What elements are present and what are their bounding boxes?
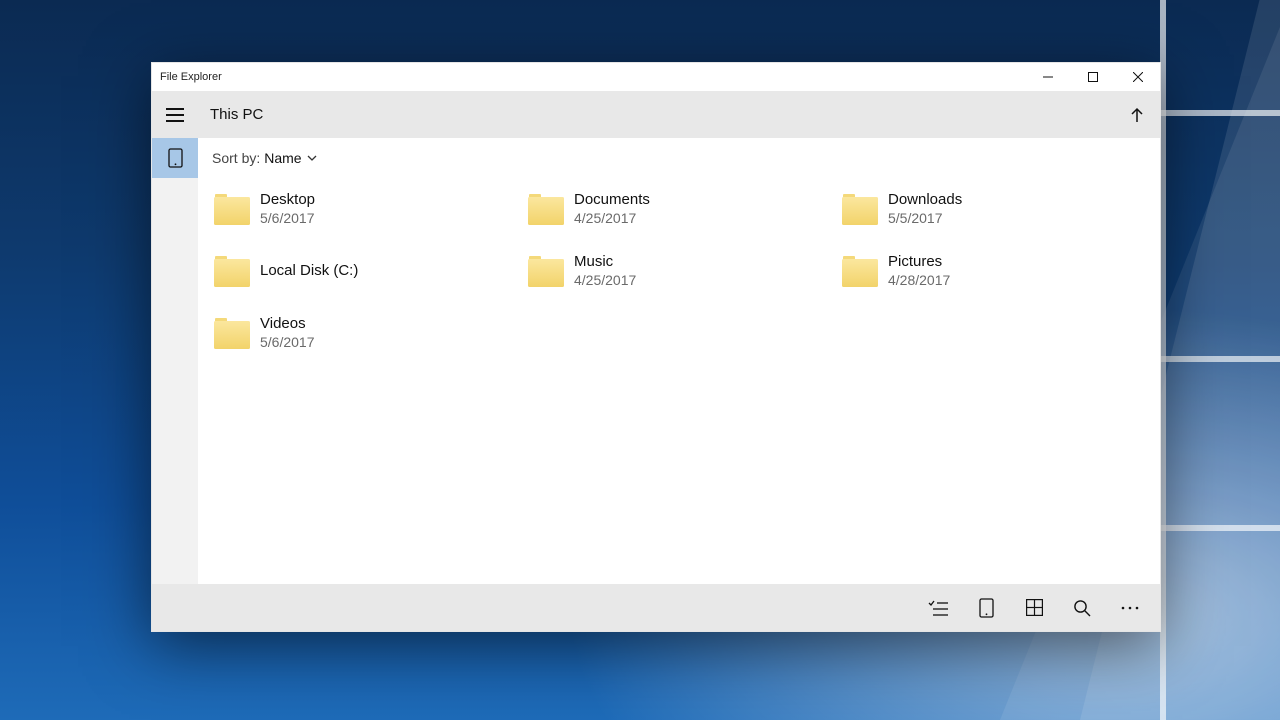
folder-name: Documents [574, 191, 650, 209]
more-button[interactable] [1106, 584, 1154, 631]
folder-date: 5/6/2017 [260, 334, 315, 351]
content-area: Sort by: Name Desktop5/6/2017Documents4/… [198, 138, 1160, 584]
folder-date: 5/6/2017 [260, 210, 315, 227]
folder-name: Local Disk (C:) [260, 262, 358, 280]
folder-date: 5/5/2017 [888, 210, 962, 227]
checklist-icon [928, 600, 948, 616]
arrow-up-icon [1129, 107, 1145, 123]
search-button[interactable] [1058, 584, 1106, 631]
tablet-icon [979, 598, 994, 618]
folder-name: Music [574, 253, 636, 271]
folder-item[interactable]: Local Disk (C:) [208, 240, 522, 302]
breadcrumb[interactable]: This PC [198, 106, 263, 123]
select-mode-button[interactable] [914, 584, 962, 631]
search-icon [1073, 599, 1091, 617]
folder-icon [214, 255, 250, 287]
sort-bar[interactable]: Sort by: Name [198, 138, 1160, 178]
folder-icon [528, 193, 564, 225]
device-view-button[interactable] [962, 584, 1010, 631]
header-bar: This PC [152, 91, 1160, 138]
titlebar[interactable]: File Explorer [152, 63, 1160, 91]
sort-label: Sort by: [212, 150, 260, 166]
maximize-button[interactable] [1070, 63, 1115, 91]
folder-icon [214, 317, 250, 349]
grid-view-button[interactable] [1010, 584, 1058, 631]
folder-item[interactable]: Music4/25/2017 [522, 240, 836, 302]
file-explorer-window: File Explorer This PC [151, 62, 1161, 632]
ellipsis-icon [1121, 605, 1139, 611]
sidebar [152, 138, 198, 584]
folder-icon [528, 255, 564, 287]
folder-icon [842, 255, 878, 287]
folder-date: 4/28/2017 [888, 272, 950, 289]
folder-item[interactable]: Desktop5/6/2017 [208, 178, 522, 240]
folder-item[interactable]: Documents4/25/2017 [522, 178, 836, 240]
folder-name: Videos [260, 315, 315, 333]
hamburger-menu-button[interactable] [152, 91, 198, 138]
close-button[interactable] [1115, 63, 1160, 91]
up-one-level-button[interactable] [1114, 91, 1160, 138]
folder-name: Desktop [260, 191, 315, 209]
tablet-icon [168, 148, 183, 168]
sort-value: Name [264, 150, 301, 166]
bottom-toolbar [152, 584, 1160, 631]
hamburger-icon [166, 108, 184, 122]
folder-item[interactable]: Pictures4/28/2017 [836, 240, 1150, 302]
folder-icon [214, 193, 250, 225]
folder-item[interactable]: Videos5/6/2017 [208, 302, 522, 364]
folder-icon [842, 193, 878, 225]
window-title: File Explorer [160, 71, 222, 83]
folder-name: Downloads [888, 191, 962, 209]
folder-name: Pictures [888, 253, 950, 271]
folder-item[interactable]: Downloads5/5/2017 [836, 178, 1150, 240]
chevron-down-icon [305, 151, 319, 165]
folder-grid: Desktop5/6/2017Documents4/25/2017Downloa… [198, 178, 1160, 584]
grid-icon [1026, 599, 1043, 616]
folder-date: 4/25/2017 [574, 210, 650, 227]
sidebar-item-this-pc[interactable] [152, 138, 198, 178]
minimize-button[interactable] [1025, 63, 1070, 91]
folder-date: 4/25/2017 [574, 272, 636, 289]
